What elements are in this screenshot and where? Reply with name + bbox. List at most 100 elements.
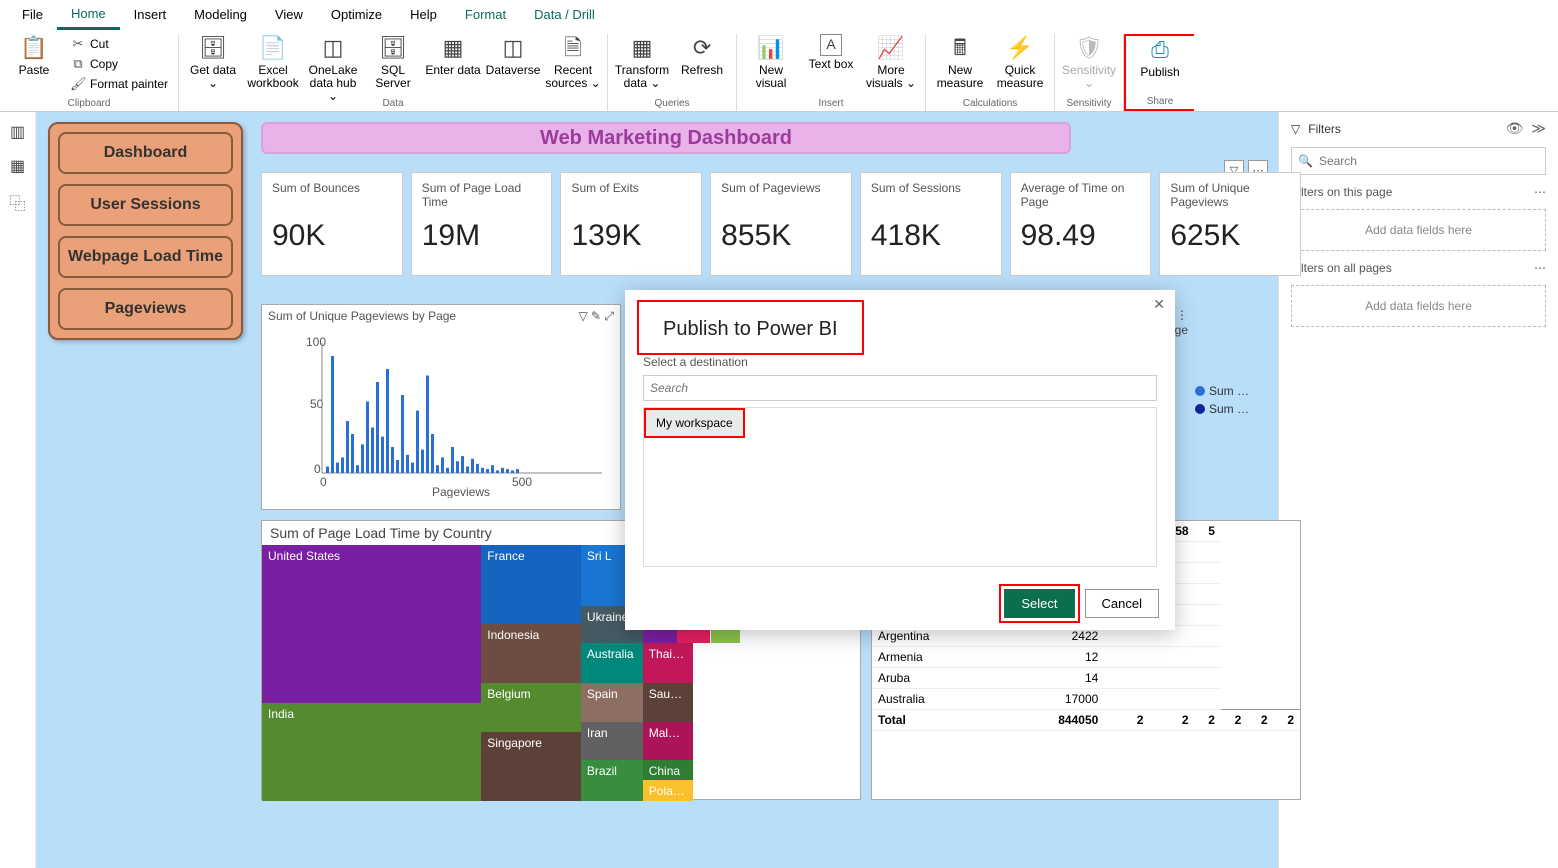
treemap-cell[interactable]: Iran <box>581 722 643 759</box>
menu-modeling[interactable]: Modeling <box>180 1 261 28</box>
kpi-card[interactable]: Sum of Sessions418K <box>860 172 1002 276</box>
quick-measure-button[interactable]: ⚡Quick measure <box>992 34 1048 90</box>
treemap-cell[interactable]: Thai… <box>643 643 693 682</box>
kpi-card[interactable]: Sum of Exits139K <box>560 172 702 276</box>
transform-data-button[interactable]: ▦Transform data ⌄ <box>614 34 670 90</box>
share-group-label: Share <box>1132 94 1188 107</box>
chart-unique-pageviews[interactable]: Sum of Unique Pageviews by Page ▽ ✎ ⤢ Su… <box>261 304 621 510</box>
treemap-cell[interactable]: Belgium <box>481 683 581 732</box>
menu-insert[interactable]: Insert <box>120 1 181 28</box>
share-group-highlight: ⎙Publish Share <box>1124 34 1194 111</box>
get-data-button[interactable]: 🗄Get data ⌄ <box>185 34 241 90</box>
filters-eye-icon[interactable]: 👁 <box>1506 120 1524 137</box>
menu-home[interactable]: Home <box>57 0 120 30</box>
paste-button[interactable]: 📋Paste <box>6 34 62 90</box>
menu-view[interactable]: View <box>261 1 317 28</box>
enter-data-button[interactable]: ▦Enter data <box>425 34 481 90</box>
treemap-cell[interactable]: Pola… <box>643 780 693 801</box>
kpi-card[interactable]: Sum of Unique Pageviews 625K <box>1159 172 1301 276</box>
treemap-cell[interactable]: Singapore <box>481 732 581 801</box>
data-group-label: Data <box>185 96 601 109</box>
kpi-card[interactable]: Average of Time on Page98.49 <box>1010 172 1152 276</box>
filters-on-all-label: Filters on all pages <box>1291 261 1392 275</box>
filters-on-page-more[interactable]: ⋯ <box>1534 185 1546 199</box>
new-measure-button[interactable]: 🖩New measure <box>932 34 988 90</box>
svg-text:Pageviews: Pageviews <box>432 485 490 498</box>
nav-pageviews[interactable]: Pageviews <box>58 288 233 330</box>
filters-on-page-drop[interactable]: Add data fields here <box>1291 209 1546 251</box>
dataverse-button[interactable]: ◫Dataverse <box>485 34 541 90</box>
menu-data-drill[interactable]: Data / Drill <box>520 1 609 28</box>
copy-button[interactable]: ⧉Copy <box>66 54 172 74</box>
kpi-card[interactable]: Sum of Pageviews 855K <box>710 172 852 276</box>
nav-webpage-load-time[interactable]: Webpage Load Time <box>58 236 233 278</box>
table-row[interactable]: Aruba14 <box>872 668 1300 689</box>
recent-sources-button[interactable]: 🗎Recent sources ⌄ <box>545 34 601 90</box>
svg-text:0: 0 <box>314 462 321 476</box>
treemap-cell[interactable]: China <box>643 760 693 781</box>
menu-format[interactable]: Format <box>451 1 520 28</box>
kpi-label: Sum of Unique Pageviews <box>1170 181 1290 211</box>
filters-on-all-drop[interactable]: Add data fields here <box>1291 285 1546 327</box>
kpi-label: Sum of Pageviews <box>721 181 841 211</box>
format-painter-button[interactable]: 🖌Format painter <box>66 74 172 94</box>
chart1-svg: Sum of Unique Pageviews 100 50 0 0 500 P… <box>262 328 622 498</box>
svg-text:100: 100 <box>306 335 326 349</box>
menu-help[interactable]: Help <box>396 1 451 28</box>
dialog-close-icon[interactable]: ✕ <box>1153 296 1165 313</box>
dialog-subtitle: Select a destination <box>625 355 1175 375</box>
model-view-icon[interactable]: ⿻ <box>9 190 25 214</box>
publish-button[interactable]: ⎙Publish <box>1132 36 1188 92</box>
chart1-tools[interactable]: ▽ ✎ ⤢ <box>578 309 614 324</box>
dialog-item-myworkspace[interactable]: My workspace <box>644 408 745 438</box>
table-row[interactable]: Australia17000 <box>872 689 1300 710</box>
chart-legend: Sum … Sum … <box>1195 304 1270 420</box>
filters-on-all-more[interactable]: ⋯ <box>1534 261 1546 275</box>
kpi-label: Sum of Exits <box>571 181 691 211</box>
sql-server-button[interactable]: 🗄SQL Server <box>365 34 421 90</box>
treemap-cell[interactable]: France <box>481 545 581 624</box>
search-icon: 🔍 <box>1298 154 1313 168</box>
excel-workbook-button[interactable]: 📄Excel workbook <box>245 34 301 90</box>
treemap-cell[interactable]: Sau… <box>643 683 693 722</box>
menu-file[interactable]: File <box>8 1 57 28</box>
treemap-cell[interactable]: Australia <box>581 643 643 682</box>
treemap-cell[interactable]: India <box>262 703 481 801</box>
refresh-button[interactable]: ⟳Refresh <box>674 34 730 90</box>
menu-optimize[interactable]: Optimize <box>317 1 396 28</box>
dialog-search-input[interactable] <box>650 381 1150 395</box>
kpi-value: 625K <box>1170 219 1290 253</box>
filters-search-input[interactable] <box>1319 154 1539 168</box>
new-visual-button[interactable]: 📊New visual <box>743 34 799 90</box>
nav-user-sessions[interactable]: User Sessions <box>58 184 233 226</box>
dialog-select-button[interactable]: Select <box>1004 589 1074 618</box>
table-row[interactable]: Armenia12 <box>872 647 1300 668</box>
treemap-cell[interactable]: Indonesia <box>481 624 581 683</box>
treemap-cell[interactable]: Brazil <box>581 760 643 801</box>
treemap-cell[interactable]: Mal… <box>643 722 693 759</box>
kpi-card[interactable]: Sum of Bounces90K <box>261 172 403 276</box>
filter-icon: ▽ <box>1291 122 1300 136</box>
top-menu: File Home Insert Modeling View Optimize … <box>0 0 1558 30</box>
kpi-value: 855K <box>721 219 841 253</box>
filters-search[interactable]: 🔍 <box>1291 147 1546 175</box>
kpi-label: Average of Time on Page <box>1021 181 1141 211</box>
kpi-card[interactable]: Sum of Page Load Time19M <box>411 172 553 276</box>
filters-on-page-label: Filters on this page <box>1291 185 1392 199</box>
chart1-title: Sum of Unique Pageviews by Page <box>268 309 456 324</box>
publish-dialog: ✕ Publish to Power BI Select a destinati… <box>625 290 1175 630</box>
filters-collapse-icon[interactable]: ≫ <box>1531 120 1546 137</box>
onelake-button[interactable]: ◫OneLake data hub ⌄ <box>305 34 361 90</box>
dialog-search[interactable] <box>643 375 1157 401</box>
dialog-cancel-button[interactable]: Cancel <box>1085 589 1159 618</box>
treemap-cell[interactable]: Spain <box>581 683 643 722</box>
more-visuals-button[interactable]: 📈More visuals ⌄ <box>863 34 919 90</box>
cut-button[interactable]: ✂Cut <box>66 34 172 54</box>
dialog-destination-list[interactable]: My workspace <box>643 407 1157 567</box>
queries-group-label: Queries <box>614 96 730 109</box>
nav-dashboard[interactable]: Dashboard <box>58 132 233 174</box>
report-view-icon[interactable]: ▥ <box>10 122 25 142</box>
table-view-icon[interactable]: ▦ <box>10 156 25 176</box>
text-box-button[interactable]: AText box <box>803 34 859 84</box>
treemap-cell[interactable]: United States <box>262 545 481 703</box>
